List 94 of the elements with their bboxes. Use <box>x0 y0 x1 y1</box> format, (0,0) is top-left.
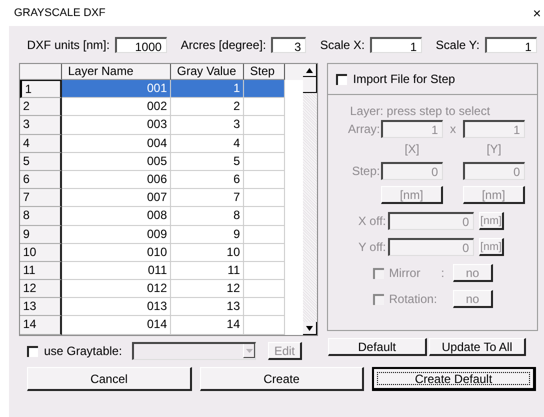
checkbox-label: Rotation: <box>389 292 438 306</box>
table-cell: 013 <box>62 298 171 316</box>
row-header[interactable]: 3 <box>20 116 62 135</box>
setting-field[interactable]: 1 <box>370 37 422 53</box>
setting-label: DXF units [nm]: <box>27 38 110 52</box>
table-cell: 9 <box>171 226 244 244</box>
colon-label: : <box>441 266 446 280</box>
table-cell <box>244 280 285 298</box>
row-header[interactable]: 9 <box>20 226 62 244</box>
table-cell: 005 <box>62 152 171 171</box>
table-cell: 3 <box>171 116 244 135</box>
scroll-up-button[interactable] <box>303 64 317 77</box>
column-header[interactable]: Step <box>244 64 285 80</box>
array-label: Array: <box>346 122 381 136</box>
table-cell: 003 <box>62 116 171 135</box>
table-cell <box>244 170 285 190</box>
table-cell: 14 <box>171 316 244 335</box>
table-cell: 009 <box>62 226 171 244</box>
table-cell: 010 <box>62 244 171 262</box>
setting-field[interactable]: 1000 <box>114 37 167 53</box>
table-cell: 7 <box>171 189 244 208</box>
table-cell: 004 <box>62 134 171 153</box>
table-cell: 8 <box>171 207 244 226</box>
table-cell <box>244 244 285 262</box>
window-title: GRAYSCALE DXF <box>14 7 106 19</box>
table-cell: 006 <box>62 170 171 190</box>
table-cell <box>244 226 285 244</box>
row-header[interactable]: 14 <box>20 316 62 335</box>
table-cell: 007 <box>62 189 171 208</box>
setting-label: Arcres [degree]: <box>180 38 266 52</box>
table-cell: 012 <box>62 280 171 298</box>
row-header[interactable]: 2 <box>20 98 62 116</box>
checkbox-label: Mirror <box>389 266 422 280</box>
table-cell: 4 <box>171 134 244 153</box>
panel-button[interactable]: Default <box>328 338 427 356</box>
times-label: x <box>449 122 457 136</box>
setting-label: Scale Y: <box>436 38 480 52</box>
table-cell: 10 <box>171 244 244 262</box>
column-header[interactable]: Gray Value <box>171 64 244 80</box>
setting-label: Scale X: <box>320 38 365 52</box>
table-cell: 13 <box>171 298 244 316</box>
table-cell: 11 <box>171 262 244 280</box>
table-cell <box>244 80 285 98</box>
table-cell <box>244 98 285 116</box>
row-header[interactable]: 1 <box>20 80 62 98</box>
table-cell <box>244 316 285 335</box>
table-cell <box>244 298 285 316</box>
table-cell <box>244 134 285 153</box>
row-header[interactable]: 5 <box>20 152 62 171</box>
row-header[interactable]: 11 <box>20 262 62 280</box>
row-header[interactable]: 8 <box>20 207 62 226</box>
setting-field[interactable]: 1 <box>484 37 537 53</box>
table-cell: 002 <box>62 98 171 116</box>
dialog-button[interactable]: Cancel <box>27 367 192 391</box>
dialog-button[interactable]: Create <box>200 367 364 391</box>
table-cell: 008 <box>62 207 171 226</box>
table-cell: 2 <box>171 98 244 116</box>
checkbox-label: Import File for Step <box>353 72 456 86</box>
row-header[interactable]: 12 <box>20 280 62 298</box>
scroll-down-button[interactable] <box>303 322 317 335</box>
offset-label: X off: <box>357 214 387 228</box>
row-header[interactable]: 7 <box>20 189 62 208</box>
table-cell: 5 <box>171 152 244 171</box>
table-cell: 12 <box>171 280 244 298</box>
table-cell: 6 <box>171 170 244 190</box>
column-header[interactable]: Layer Name <box>62 64 171 80</box>
panel-button[interactable]: Update To All <box>429 338 526 356</box>
table-cell <box>244 207 285 226</box>
table-cell <box>244 152 285 171</box>
table-cell: 014 <box>62 316 171 335</box>
row-header[interactable]: 10 <box>20 244 62 262</box>
dialog-button[interactable]: Create Default <box>372 367 536 391</box>
row-header[interactable]: 13 <box>20 298 62 316</box>
close-button[interactable]: × <box>532 5 541 21</box>
table-cell: 001 <box>62 80 171 98</box>
dropdown-arrow-icon <box>243 344 256 358</box>
hint-text: Layer: press step to select <box>349 103 492 115</box>
table-cell <box>244 262 285 280</box>
up-arrow-icon <box>306 68 313 72</box>
step-label: Step: <box>350 164 381 178</box>
row-header[interactable]: 6 <box>20 170 62 190</box>
table-cell <box>244 116 285 135</box>
table-cell: 1 <box>171 80 244 98</box>
scrollbar[interactable] <box>303 64 317 335</box>
axis-label: [Y] <box>486 142 502 156</box>
scroll-thumb[interactable] <box>303 77 317 93</box>
checkbox-label: use Graytable: <box>44 344 122 358</box>
down-arrow-icon <box>306 326 313 330</box>
table-cell <box>244 189 285 208</box>
offset-label: Y off: <box>357 240 387 254</box>
table-cell: 011 <box>62 262 171 280</box>
axis-label: [X] <box>404 142 420 156</box>
setting-field[interactable]: 3 <box>271 37 306 53</box>
row-header[interactable]: 4 <box>20 134 62 153</box>
